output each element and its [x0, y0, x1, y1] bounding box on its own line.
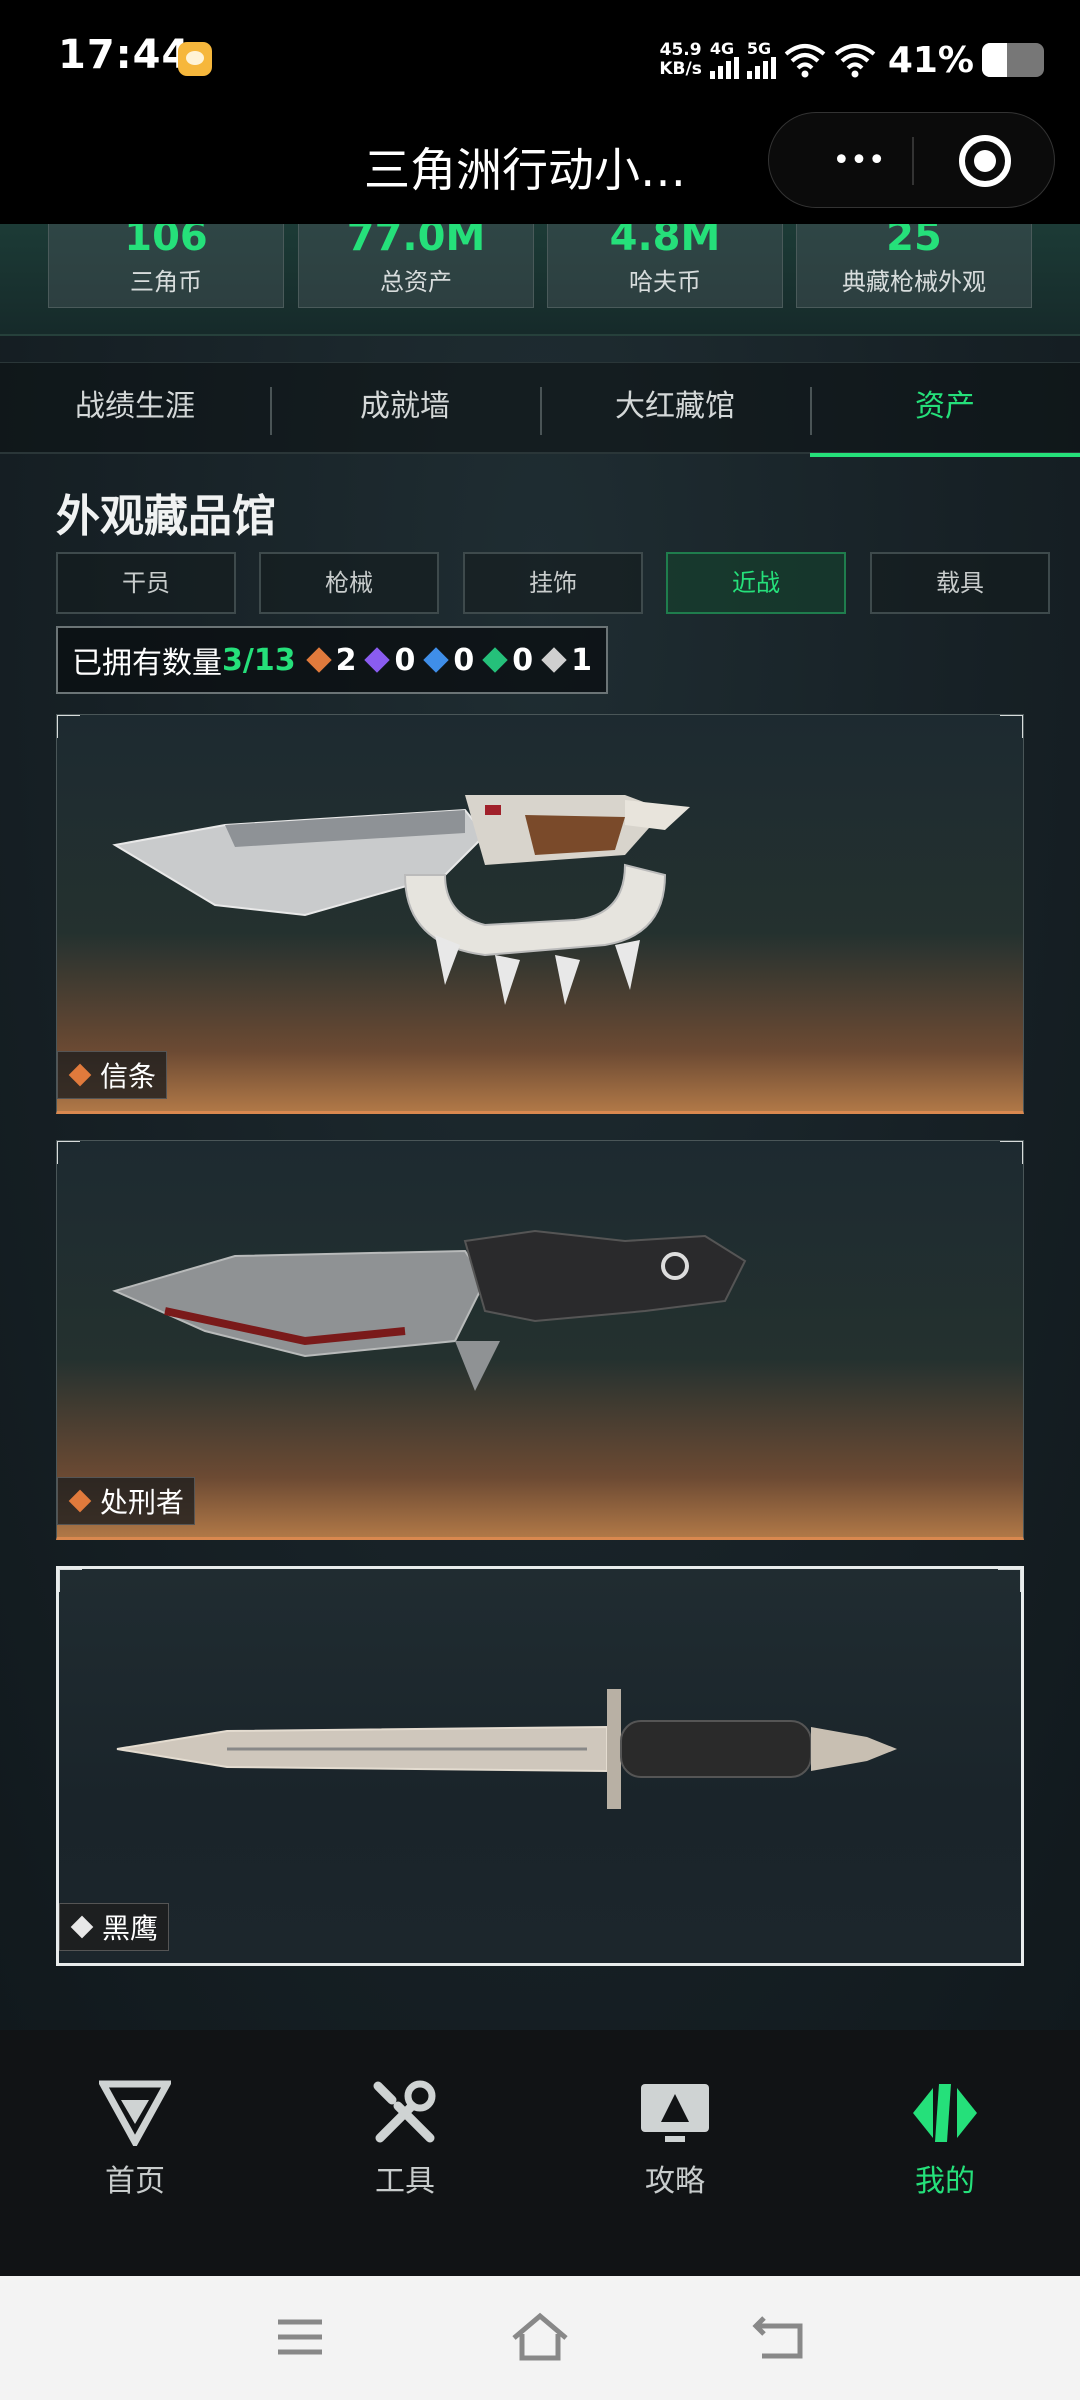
- stat-label: 三角币: [130, 268, 202, 296]
- signal-5g-icon: 5G: [746, 39, 776, 79]
- rarity-purple-count: 0: [364, 643, 415, 678]
- rarity-gold-count: 2: [305, 643, 356, 678]
- item-name-tag: 黑鹰: [59, 1903, 170, 1951]
- rarity-gold-icon: [68, 1063, 92, 1087]
- back-icon[interactable]: [750, 2312, 810, 2362]
- card-corner: [57, 1141, 80, 1164]
- nav-tools[interactable]: 工具: [270, 2080, 540, 2230]
- battery-icon: [982, 43, 1044, 77]
- stat-total-assets: 77.0M 总资产: [298, 224, 534, 308]
- hotspot-icon: [834, 44, 876, 78]
- item-name: 处刑者: [100, 1486, 185, 1519]
- target-close-icon[interactable]: [959, 135, 1011, 187]
- card-corner: [57, 715, 80, 738]
- rarity-green-icon: [482, 647, 508, 673]
- subtab-charms[interactable]: 挂饰: [463, 552, 643, 614]
- rarity-white-icon: [541, 647, 567, 673]
- tools-wrench-icon: [373, 2080, 436, 2143]
- main-tabs: 战绩生涯 成就墙 大红藏馆 资产: [0, 362, 1080, 457]
- battery-percent: 41%: [887, 39, 974, 81]
- item-name: 信条: [100, 1060, 157, 1093]
- nav-label: 工具: [375, 2164, 435, 2199]
- subtab-operators[interactable]: 干员: [56, 552, 236, 614]
- guide-monitor-icon: [641, 2084, 709, 2142]
- card-corner: [1000, 1141, 1023, 1164]
- signal-5g-label: 5G: [746, 39, 772, 58]
- item-name-tag: 信条: [57, 1051, 168, 1099]
- card-corner: [1000, 715, 1023, 738]
- tab-achievements[interactable]: 成就墙: [270, 363, 540, 455]
- nav-guide[interactable]: 攻略: [540, 2080, 810, 2230]
- nav-label: 攻略: [645, 2164, 705, 2199]
- page-title: 三角洲行动小…: [364, 143, 686, 197]
- net-speed-unit: KB/s: [659, 59, 702, 79]
- owned-count-box: 已拥有数量 3/13 2 0 0 0 1: [56, 626, 608, 694]
- net-speed-value: 45.9: [659, 40, 702, 60]
- stat-value: 106: [124, 224, 208, 260]
- menu-icon[interactable]: [270, 2312, 330, 2362]
- card-corner: [59, 1569, 82, 1592]
- signal-4g-icon: 4G: [709, 39, 739, 79]
- rarity-white-count: 1: [541, 643, 592, 678]
- subtab-melee[interactable]: 近战: [666, 552, 846, 614]
- status-time: 17:44: [58, 32, 191, 78]
- stat-value: 25: [886, 224, 942, 260]
- nav-label: 我的: [915, 2164, 975, 2199]
- stat-hafu-coin: 4.8M 哈夫币: [547, 224, 783, 308]
- capsule-divider: [912, 137, 914, 185]
- wifi-icon: [784, 44, 826, 78]
- stat-sanjiao-coin: 106 三角币: [48, 224, 284, 308]
- system-nav-bar: [0, 2276, 1080, 2400]
- melee-item-card[interactable]: 黑鹰: [56, 1566, 1024, 1966]
- stat-label: 哈夫币: [629, 268, 701, 296]
- subtab-guns[interactable]: 枪械: [259, 552, 439, 614]
- melee-item-card[interactable]: 信条: [56, 714, 1024, 1114]
- stats-band: 106 三角币 77.0M 总资产 4.8M 哈夫币 25 典藏枪械外观: [0, 224, 1080, 336]
- rarity-blue-count: 0: [423, 643, 474, 678]
- stat-value: 77.0M: [346, 224, 486, 260]
- stat-label: 总资产: [380, 268, 452, 296]
- rarity-gold-icon: [68, 1489, 92, 1513]
- tab-career[interactable]: 战绩生涯: [0, 363, 270, 455]
- owned-label: 已拥有数量: [72, 646, 222, 681]
- home-g-logo-icon: [99, 2080, 171, 2146]
- status-bar: 17:44 45.9 KB/s 4G 5G 41%: [0, 0, 1080, 120]
- stat-collection-skins: 25 典藏枪械外观: [796, 224, 1032, 308]
- net-speed: 45.9 KB/s: [659, 41, 701, 79]
- item-name: 黑鹰: [102, 1912, 159, 1945]
- profile-logo-icon: [913, 2084, 977, 2142]
- card-corner: [998, 1569, 1021, 1592]
- mini-program-capsule: •••: [768, 112, 1055, 208]
- nav-label: 首页: [105, 2164, 165, 2199]
- subtab-vehicles[interactable]: 载具: [870, 552, 1050, 614]
- rarity-blue-icon: [423, 647, 450, 673]
- rarity-white-icon: [70, 1915, 94, 1939]
- owned-value: 3/13: [222, 642, 296, 678]
- home-icon[interactable]: [510, 2312, 570, 2362]
- main-content: 106 三角币 77.0M 总资产 4.8M 哈夫币 25 典藏枪械外观 战绩生…: [0, 224, 1080, 2030]
- app-notification-icon: [178, 42, 212, 76]
- nav-home[interactable]: 首页: [0, 2080, 270, 2230]
- tab-red-collection[interactable]: 大红藏馆: [540, 363, 810, 455]
- combat-knife-icon: [112, 1229, 747, 1391]
- melee-item-card[interactable]: 处刑者: [56, 1140, 1024, 1540]
- rarity-gold-icon: [305, 647, 332, 673]
- dagger-icon: [116, 1689, 897, 1809]
- rarity-purple-icon: [364, 647, 391, 673]
- tab-assets[interactable]: 资产: [810, 363, 1080, 457]
- item-name-tag: 处刑者: [57, 1477, 196, 1525]
- knife-knuckle-icon: [112, 795, 690, 1005]
- stat-label: 典藏枪械外观: [842, 268, 986, 296]
- stat-value: 4.8M: [609, 224, 721, 260]
- bottom-nav: 首页 工具 攻略 我的: [0, 2030, 1080, 2276]
- more-dots-icon[interactable]: •••: [809, 145, 909, 177]
- signal-4g-label: 4G: [709, 39, 735, 58]
- rarity-green-count: 0: [482, 643, 533, 678]
- status-icons: 45.9 KB/s 4G 5G 41%: [659, 36, 1044, 84]
- nav-profile[interactable]: 我的: [810, 2080, 1080, 2230]
- section-title: 外观藏品馆: [56, 491, 276, 542]
